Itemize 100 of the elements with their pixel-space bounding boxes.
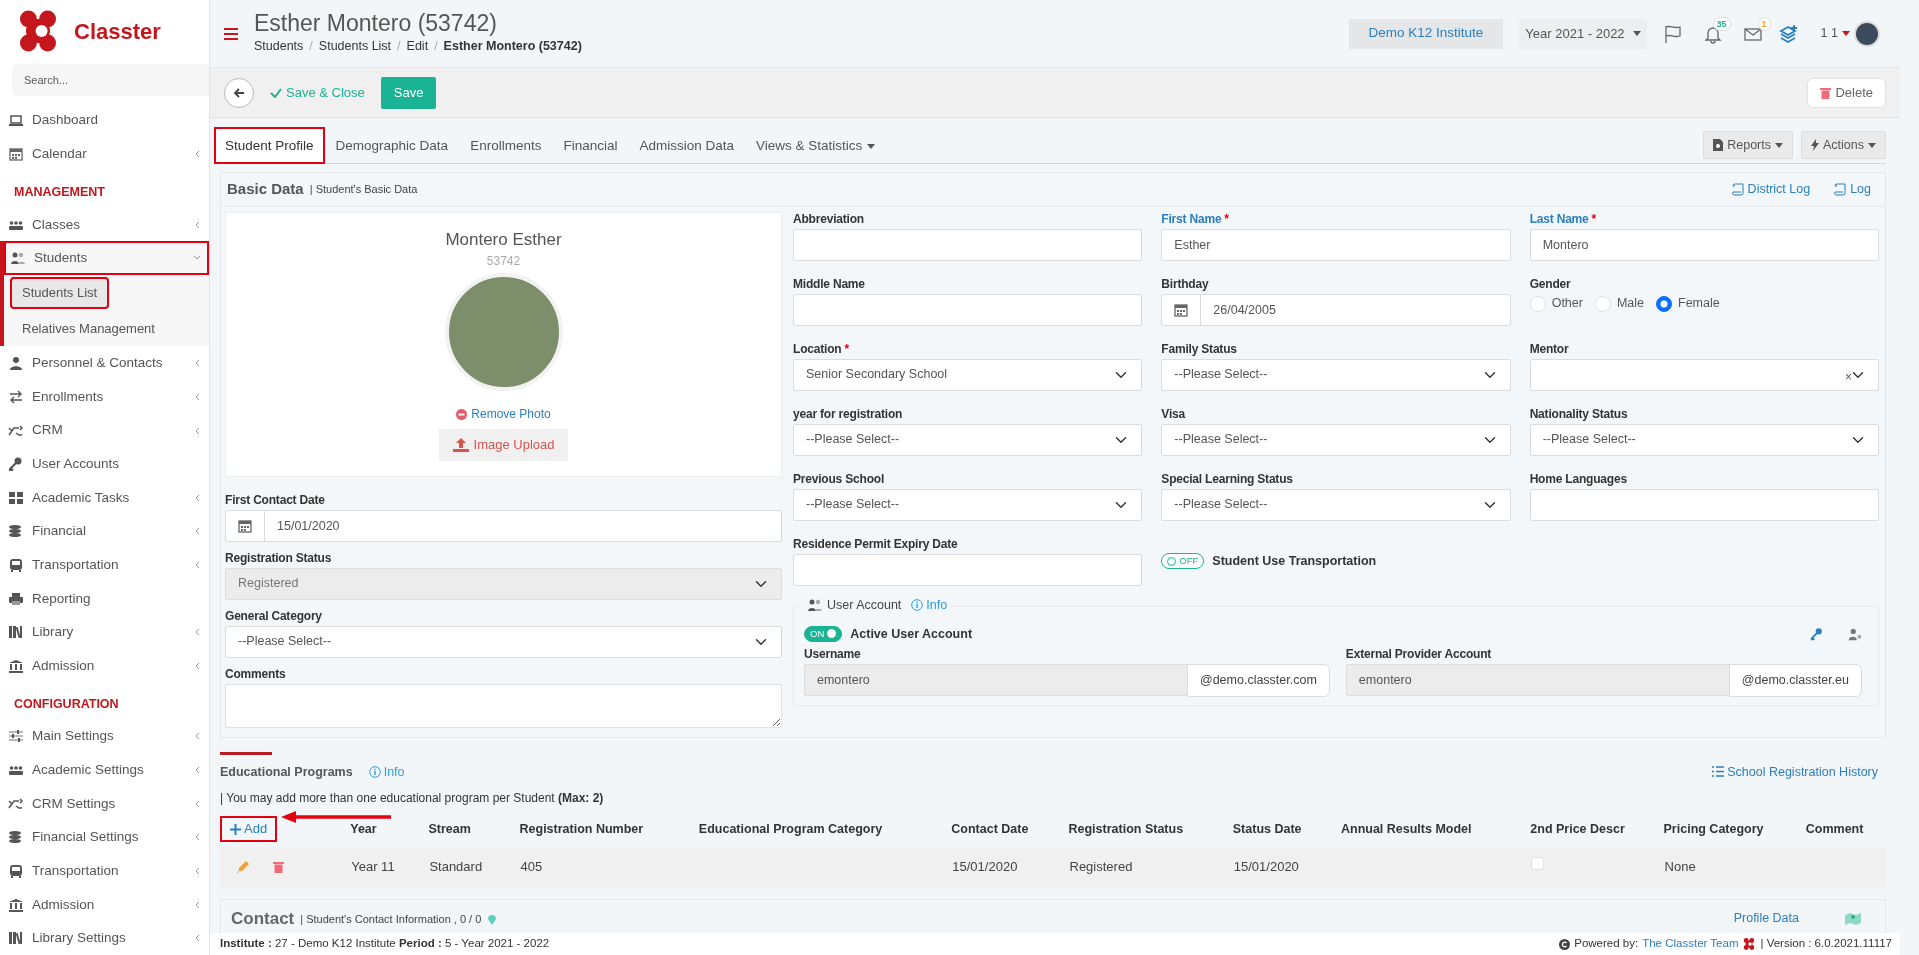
- delete-button[interactable]: Delete: [1807, 77, 1886, 108]
- sidebar-item[interactable]: Admission: [0, 649, 209, 683]
- add-button[interactable]: Add: [220, 816, 278, 842]
- field-label: Gender: [1529, 276, 1572, 291]
- breadcrumb-link[interactable]: Students: [254, 36, 304, 56]
- text-field[interactable]: [793, 553, 1143, 586]
- calendar-button[interactable]: [225, 509, 265, 542]
- tab[interactable]: Admission Data: [628, 126, 745, 164]
- comments-field[interactable]: [225, 683, 782, 728]
- sidebar-item[interactable]: Transportation: [0, 854, 209, 888]
- sidebar-item[interactable]: Reporting: [0, 581, 209, 616]
- sidebar-item[interactable]: Main Settings: [0, 719, 209, 754]
- table-cell: 15/01/2020: [1233, 859, 1299, 874]
- select-field[interactable]: --Please Select--: [793, 423, 1143, 456]
- panel-title: Contact: [231, 908, 295, 930]
- select-field[interactable]: --Please Select--: [225, 625, 782, 658]
- scroll-icon: [1834, 182, 1848, 196]
- tab[interactable]: Views & Statistics: [745, 126, 887, 164]
- date-field[interactable]: 15/01/2020: [264, 509, 782, 542]
- select-field[interactable]: --Please Select--: [1161, 488, 1511, 521]
- breadcrumb-link[interactable]: Edit: [406, 36, 429, 56]
- calendar-button[interactable]: [1161, 293, 1202, 326]
- log-link[interactable]: District Log: [1731, 179, 1811, 199]
- tab[interactable]: Student Profile: [214, 126, 325, 164]
- sidebar-item[interactable]: Classes: [0, 207, 209, 242]
- sidebar-item[interactable]: Enrollments: [0, 380, 209, 414]
- user-shield-icon[interactable]: [1848, 626, 1862, 641]
- sidebar-item[interactable]: Admission: [0, 887, 209, 922]
- text-field[interactable]: Esther: [1161, 228, 1511, 261]
- sidebar-item[interactable]: User Accounts: [0, 447, 209, 481]
- radio-label: Other: [1551, 295, 1583, 313]
- registration-history-link[interactable]: School Registration History: [1712, 762, 1878, 782]
- bank-icon: [8, 896, 24, 913]
- reports-button[interactable]: Reports: [1703, 131, 1793, 159]
- actions-button[interactable]: Actions: [1801, 131, 1886, 159]
- minus-circle-icon: [456, 408, 468, 420]
- back-button[interactable]: [224, 77, 254, 108]
- user-menu[interactable]: 1 1: [1814, 19, 1886, 48]
- calendar-icon: [8, 146, 24, 163]
- text-field[interactable]: emontero: [1345, 664, 1730, 697]
- tab[interactable]: Financial: [552, 126, 629, 164]
- upload-icon: [452, 437, 469, 452]
- date-field[interactable]: 26/04/2005: [1200, 293, 1511, 326]
- text-field[interactable]: [793, 293, 1143, 326]
- sidebar-item[interactable]: Calendar: [0, 137, 209, 172]
- sidebar-item[interactable]: CRM: [0, 413, 209, 448]
- sidebar-item[interactable]: Personnel & Contacts: [0, 346, 209, 381]
- table-cell: 405: [520, 859, 543, 874]
- sidebar-subitem[interactable]: Students List: [10, 277, 110, 309]
- search-field[interactable]: Search...: [12, 64, 209, 96]
- field-label: External Provider Account: [1345, 647, 1493, 662]
- sidebar-item[interactable]: Dashboard: [0, 103, 209, 138]
- sidebar-item[interactable]: Library: [0, 615, 209, 650]
- trash-icon[interactable]: [273, 860, 284, 873]
- field-label: Visa: [1161, 406, 1187, 421]
- clear-button[interactable]: ×: [1845, 367, 1852, 386]
- select-field[interactable]: --Please Select--: [1529, 423, 1879, 456]
- people-icon: [10, 250, 26, 267]
- student-id: 53742: [486, 253, 521, 270]
- tab[interactable]: Enrollments: [459, 126, 553, 164]
- layers-icon[interactable]: [1778, 23, 1799, 44]
- select-field[interactable]: ×: [1529, 358, 1879, 391]
- menu-button[interactable]: [224, 27, 238, 40]
- breadcrumb-link[interactable]: Students List: [318, 36, 392, 56]
- sidebar-item[interactable]: Financial Settings: [0, 820, 209, 855]
- institute-button[interactable]: Demo K12 Institute: [1348, 18, 1504, 49]
- sidebar-subitem[interactable]: Relatives Management: [10, 312, 207, 345]
- sidebar-item[interactable]: CRM Settings: [0, 786, 209, 821]
- log-link[interactable]: Log: [1834, 179, 1871, 199]
- checkbox[interactable]: [1531, 857, 1545, 870]
- radio-button[interactable]: [1656, 295, 1672, 312]
- text-field[interactable]: [1529, 488, 1879, 521]
- remove-photo-link[interactable]: Remove Photo: [456, 405, 551, 423]
- tab[interactable]: Demographic Data: [324, 126, 460, 164]
- text-field[interactable]: Montero: [1529, 228, 1879, 261]
- team-link[interactable]: The Classter Team: [1642, 935, 1739, 953]
- flag-icon[interactable]: [1662, 23, 1683, 44]
- caret-icon: [867, 143, 876, 149]
- select-field[interactable]: --Please Select--: [1161, 358, 1511, 391]
- profile-data-link[interactable]: Profile Data: [1733, 909, 1799, 929]
- text-field[interactable]: emontero: [804, 664, 1188, 697]
- sidebar-item[interactable]: Transportation: [0, 548, 209, 582]
- field-label: Location *: [793, 341, 850, 356]
- sidebar-item[interactable]: Library Settings: [0, 921, 209, 955]
- key-icon[interactable]: [1810, 626, 1824, 641]
- column-header: Comment: [1805, 811, 1886, 847]
- sidebar-item[interactable]: Academic Tasks: [0, 481, 209, 515]
- text-field[interactable]: [793, 228, 1143, 261]
- select-field[interactable]: --Please Select--: [793, 488, 1143, 521]
- sidebar-item[interactable]: Students: [4, 241, 209, 276]
- accent-bar: [220, 751, 272, 755]
- select-field[interactable]: --Please Select--: [1161, 423, 1511, 456]
- sidebar-item[interactable]: Academic Settings: [0, 753, 209, 787]
- select-field[interactable]: Senior Secondary School: [793, 358, 1143, 391]
- panel-title: Basic Data: [227, 179, 304, 199]
- sidebar-item[interactable]: Financial: [0, 514, 209, 549]
- table-cell: Registered: [1069, 859, 1133, 874]
- field-label: Special Learning Status: [1161, 471, 1294, 486]
- year-dropdown[interactable]: Year 2021 - 2022: [1519, 18, 1647, 49]
- image-upload-button[interactable]: Image Upload: [438, 429, 569, 461]
